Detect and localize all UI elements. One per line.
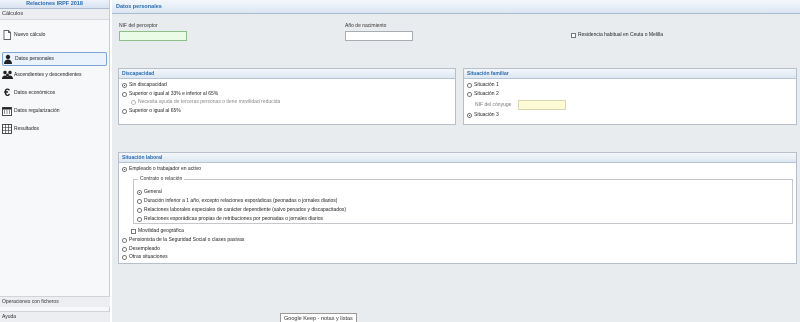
radio-situacion-2[interactable]: Situación 2: [467, 91, 499, 97]
radio-button[interactable]: [467, 82, 472, 88]
option-label: Necesita ayuda de terceras personas o ti…: [138, 99, 281, 105]
radio-empleado[interactable]: Empleado o trabajador en activo: [122, 166, 201, 172]
discapacidad-title: Discapacidad: [119, 69, 455, 79]
radio-situacion-1[interactable]: Situación 1: [467, 82, 499, 88]
option-label: Duración inferior a 1 año, excepto relac…: [144, 198, 338, 204]
new-document-icon: [2, 30, 12, 40]
radio-button[interactable]: [122, 254, 127, 260]
option-label: Superior o igual al 33% e inferior al 65…: [129, 91, 219, 97]
checkbox-box[interactable]: [571, 32, 576, 38]
sidebar-item-label: Resultados: [14, 126, 40, 132]
sidebar-item-nuevo-calculo[interactable]: Nuevo cálculo: [0, 26, 109, 44]
option-label: General: [144, 189, 162, 195]
residencia-label: Residencia habitual en Ceuta o Melilla: [578, 32, 664, 38]
sidebar-item-resultados[interactable]: Resultados: [0, 120, 109, 138]
situacion-laboral-title: Situación laboral: [119, 153, 796, 163]
option-label: Pensionista de la Seguridad Social o cla…: [129, 237, 245, 243]
radio-button[interactable]: [137, 189, 142, 195]
radio-button[interactable]: [467, 91, 472, 97]
situacion-familiar-panel: Situación familiar Situación 1 Situación…: [463, 68, 797, 125]
sidebar-item-label: Datos regularización: [14, 108, 60, 114]
radio-button[interactable]: [137, 207, 142, 213]
radio-button[interactable]: [137, 198, 142, 204]
radio-button[interactable]: [122, 166, 127, 172]
option-label: Relaciones esporádicas propias de retrib…: [144, 216, 323, 222]
radio-pensionista[interactable]: Pensionista de la Seguridad Social o cla…: [122, 237, 244, 243]
tooltip: Google Keep - notas y listas: [280, 313, 357, 322]
radio-65[interactable]: Superior o igual al 65%: [122, 108, 181, 114]
radio-contrato-especiales[interactable]: Relaciones laborales especiales de carác…: [137, 207, 346, 213]
section-calculos[interactable]: Cálculos: [0, 9, 109, 20]
discapacidad-panel: Discapacidad Sin discapacidad Superior o…: [118, 68, 456, 125]
option-label: Otras situaciones: [129, 254, 168, 260]
option-label: Superior o igual al 65%: [129, 108, 181, 114]
situacion-laboral-panel: Situación laboral Empleado o trabajador …: [118, 152, 797, 264]
sidebar-item-label: Nuevo cálculo: [14, 32, 46, 38]
sidebar-item-ascendientes[interactable]: Ascendientes y descendientes: [0, 66, 109, 84]
radio-ayuda-terceros[interactable]: Necesita ayuda de terceras personas o ti…: [131, 99, 280, 105]
radio-contrato-general[interactable]: General: [137, 189, 162, 195]
radio-button[interactable]: [122, 246, 127, 252]
contrato-legend: Contrato o relación: [140, 176, 183, 182]
radio-contrato-esporadicas[interactable]: Relaciones esporádicas propias de retrib…: [137, 216, 323, 222]
radio-situacion-3[interactable]: Situación 3: [467, 112, 499, 118]
spreadsheet-icon: [2, 124, 12, 134]
option-label: Situación 3: [474, 112, 499, 118]
sidebar-item-label: Ascendientes y descendientes: [14, 72, 82, 78]
radio-button[interactable]: [122, 82, 127, 88]
page-title: Datos personales: [112, 0, 800, 14]
person-icon: [3, 54, 13, 64]
checkbox-box[interactable]: [131, 228, 136, 234]
family-icon: [2, 70, 13, 80]
nif-label: NIF del perceptor: [119, 23, 158, 29]
radio-desempleado[interactable]: Desempleado: [122, 246, 160, 252]
sidebar-item-datos-economicos[interactable]: € Datos económicos: [0, 84, 109, 102]
radio-33-65[interactable]: Superior o igual al 33% e inferior al 65…: [122, 91, 218, 97]
app-title: Relaciones IRPF 2018: [0, 0, 109, 9]
radio-button[interactable]: [137, 216, 142, 222]
radio-button[interactable]: [122, 237, 127, 243]
euro-icon: €: [3, 87, 11, 99]
option-label: Movilidad geográfica: [138, 228, 184, 234]
radio-contrato-inferior-1-anio[interactable]: Duración inferior a 1 año, excepto relac…: [137, 198, 337, 204]
anio-input[interactable]: [345, 31, 413, 41]
option-label: Desempleado: [129, 246, 160, 252]
radio-button[interactable]: [122, 91, 127, 97]
option-label: Empleado o trabajador en activo: [129, 166, 201, 172]
calendar-icon: [2, 106, 12, 116]
section-ayuda[interactable]: Ayuda: [0, 311, 110, 322]
option-label: Situación 1: [474, 82, 499, 88]
option-label: Sin discapacidad: [129, 82, 167, 88]
nif-conyuge-label: NIF del cónyuge: [475, 102, 512, 108]
option-label: Relaciones laborales especiales de carác…: [144, 207, 347, 213]
sidebar-item-datos-personales[interactable]: Datos personales: [2, 52, 107, 66]
radio-sin-discapacidad[interactable]: Sin discapacidad: [122, 82, 167, 88]
sidebar: Relaciones IRPF 2018 Cálculos Nuevo cálc…: [0, 0, 110, 322]
section-operaciones[interactable]: Operaciones con ficheros: [0, 296, 110, 307]
option-label: Situación 2: [474, 91, 499, 97]
sidebar-item-datos-regularizacion[interactable]: Datos regularización: [0, 102, 109, 120]
radio-button[interactable]: [122, 108, 127, 114]
situacion-familiar-title: Situación familiar: [464, 69, 796, 79]
movilidad-checkbox[interactable]: Movilidad geográfica: [131, 228, 184, 234]
radio-button[interactable]: [467, 112, 472, 118]
nif-input[interactable]: [119, 31, 187, 41]
sidebar-item-label: Datos económicos: [14, 90, 56, 96]
radio-otras-situaciones[interactable]: Otras situaciones: [122, 254, 168, 260]
radio-button[interactable]: [131, 99, 136, 105]
anio-label: Año de nacimiento: [345, 23, 387, 29]
sidebar-item-label: Datos personales: [15, 56, 54, 62]
nif-conyuge-input[interactable]: [518, 100, 566, 110]
main-panel: Datos personales NIF del perceptor Año d…: [112, 0, 800, 322]
residencia-checkbox[interactable]: Residencia habitual en Ceuta o Melilla: [571, 32, 663, 38]
